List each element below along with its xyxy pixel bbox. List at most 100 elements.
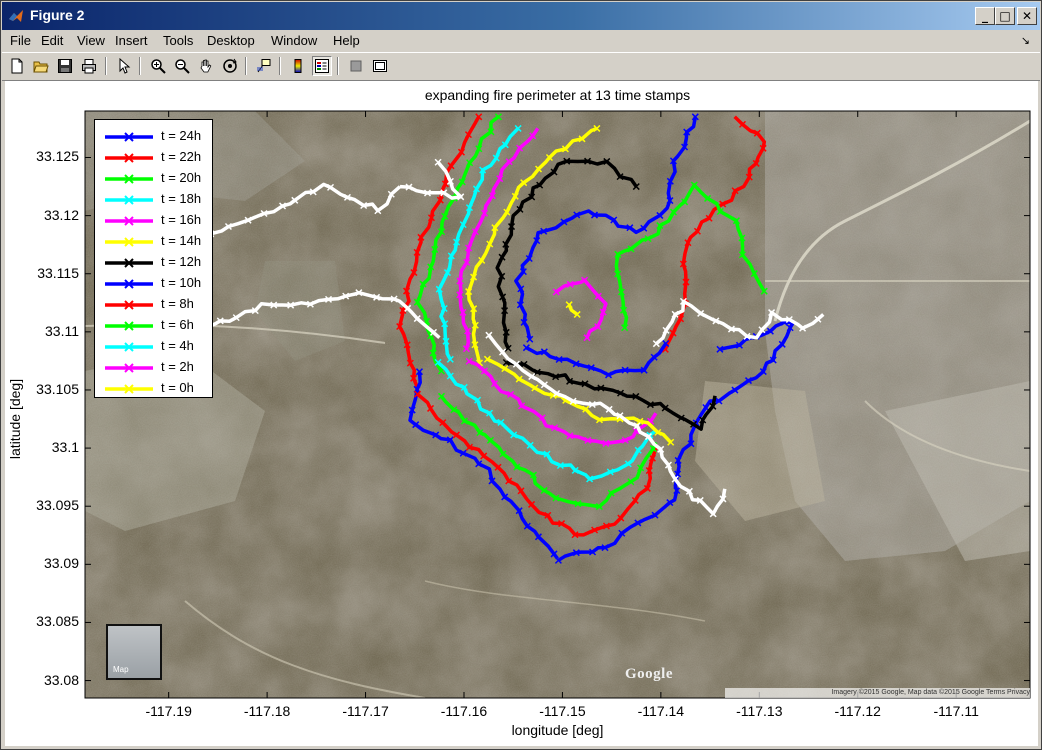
legend-entry[interactable]: t = 14h — [101, 232, 211, 252]
legend-line-sample — [105, 216, 153, 226]
close-button[interactable]: ✕ — [1017, 7, 1037, 25]
window-title: Figure 2 — [30, 7, 85, 23]
legend-entry[interactable]: t = 0h — [101, 379, 211, 399]
legend-label: t = 18h — [161, 191, 202, 206]
legend-line-sample — [105, 321, 153, 331]
legend-icon[interactable] — [312, 56, 332, 76]
menu-view[interactable]: View — [77, 33, 105, 48]
legend-line-sample — [105, 363, 153, 373]
x-tick-label: -117.19 — [145, 703, 192, 719]
y-tick-label: 33.115 — [37, 264, 79, 281]
legend-entry[interactable]: t = 2h — [101, 358, 211, 378]
legend-entry[interactable]: t = 18h — [101, 190, 211, 210]
menu-desktop[interactable]: Desktop — [207, 33, 255, 48]
legend-entry[interactable]: t = 12h — [101, 253, 211, 273]
legend-label: t = 8h — [161, 296, 194, 311]
y-tick-label: 33.125 — [36, 148, 79, 165]
menu-window[interactable]: Window — [271, 33, 317, 48]
toolbar-separator — [245, 57, 247, 75]
toolbar-separator — [279, 57, 281, 75]
figure-toolbar — [2, 52, 1040, 81]
map-thumbnail-label: Map — [113, 665, 129, 674]
menu-overflow-icon[interactable]: ↘ — [1021, 34, 1030, 47]
legend-entry[interactable]: t = 24h — [101, 127, 211, 147]
x-tick-label: -117.17 — [342, 703, 389, 719]
x-tick-label: -117.12 — [834, 703, 881, 719]
x-tick-label: -117.16 — [440, 703, 488, 719]
legend-label: t = 20h — [161, 170, 202, 185]
legend[interactable]: t = 24h t = 22h t = 20h t = 18h t = 16h t = 1… — [94, 119, 213, 398]
legend-line-sample — [105, 384, 153, 394]
y-tick-label: 33.12 — [43, 206, 79, 223]
legend-label: t = 16h — [161, 212, 202, 227]
figure-window: Figure 2 _ □ ✕ File Edit View Insert Too… — [0, 0, 1042, 750]
title-bar[interactable]: Figure 2 _ □ ✕ — [2, 2, 1040, 30]
hide-plot-tools-icon[interactable] — [346, 56, 366, 76]
maximize-button[interactable]: □ — [995, 7, 1015, 25]
x-tick-label: -117.14 — [637, 703, 685, 719]
x-axis-label: longitude [deg] — [511, 722, 604, 738]
menu-tools[interactable]: Tools — [163, 33, 193, 48]
menu-help[interactable]: Help — [333, 33, 360, 48]
rotate-3d-icon[interactable] — [220, 56, 240, 76]
print-icon[interactable] — [79, 56, 99, 76]
legend-entry[interactable]: t = 22h — [101, 148, 211, 168]
y-tick-label: 33.09 — [43, 555, 79, 572]
map-type-thumbnail[interactable]: Map — [106, 624, 162, 680]
toolbar-separator — [139, 57, 141, 75]
menu-file[interactable]: File — [10, 33, 31, 48]
legend-label: t = 4h — [161, 338, 194, 353]
colorbar-icon[interactable] — [288, 56, 308, 76]
legend-line-sample — [105, 153, 153, 163]
legend-label: t = 22h — [161, 149, 202, 164]
y-tick-label: 33.08 — [43, 671, 79, 688]
zoom-out-icon[interactable] — [172, 56, 192, 76]
legend-label: t = 0h — [161, 380, 194, 395]
y-tick-label: 33.085 — [36, 613, 79, 630]
menu-insert[interactable]: Insert — [115, 33, 148, 48]
new-figure-icon[interactable] — [7, 56, 27, 76]
data-cursor-icon[interactable] — [254, 56, 274, 76]
figure-canvas: expanding fire perimeter at 13 time stam… — [5, 81, 1038, 746]
legend-entry[interactable]: t = 10h — [101, 274, 211, 294]
legend-label: t = 14h — [161, 233, 202, 248]
show-plot-tools-icon[interactable] — [370, 56, 390, 76]
legend-entry[interactable]: t = 16h — [101, 211, 211, 231]
legend-line-sample — [105, 300, 153, 310]
satellite-map-background[interactable] — [85, 111, 1030, 698]
legend-entry[interactable]: t = 6h — [101, 316, 211, 336]
minimize-button[interactable]: _ — [975, 7, 995, 25]
x-tick-label: -117.18 — [243, 703, 291, 719]
map-attribution: Imagery ©2015 Google, Map data ©2015 Goo… — [725, 688, 1030, 698]
x-tick-label: -117.13 — [736, 703, 783, 719]
y-axis-label: latitude [deg] — [7, 378, 23, 460]
x-tick-label: -117.11 — [933, 703, 979, 719]
edit-plot-arrow-icon[interactable] — [114, 56, 134, 76]
legend-line-sample — [105, 132, 153, 142]
legend-label: t = 6h — [161, 317, 194, 332]
legend-label: t = 24h — [161, 128, 202, 143]
legend-entry[interactable]: t = 4h — [101, 337, 211, 357]
legend-entry[interactable]: t = 8h — [101, 295, 211, 315]
legend-line-sample — [105, 342, 153, 352]
legend-line-sample — [105, 237, 153, 247]
toolbar-separator — [337, 57, 339, 75]
legend-line-sample — [105, 195, 153, 205]
pan-hand-icon[interactable] — [196, 56, 216, 76]
legend-line-sample — [105, 258, 153, 268]
google-logo: Google — [625, 666, 673, 682]
legend-line-sample — [105, 279, 153, 289]
legend-entry[interactable]: t = 20h — [101, 169, 211, 189]
zoom-in-icon[interactable] — [148, 56, 168, 76]
toolbar-separator — [105, 57, 107, 75]
menu-bar: File Edit View Insert Tools Desktop Wind… — [2, 30, 1040, 52]
save-icon[interactable] — [55, 56, 75, 76]
legend-label: t = 10h — [161, 275, 202, 290]
y-tick-label: 33.11 — [45, 322, 79, 339]
y-tick-label: 33.095 — [36, 497, 79, 514]
legend-label: t = 12h — [161, 254, 202, 269]
menu-edit[interactable]: Edit — [41, 33, 63, 48]
open-file-icon[interactable] — [31, 56, 51, 76]
matlab-logo-icon — [9, 10, 23, 22]
x-tick-label: -117.15 — [539, 703, 586, 719]
